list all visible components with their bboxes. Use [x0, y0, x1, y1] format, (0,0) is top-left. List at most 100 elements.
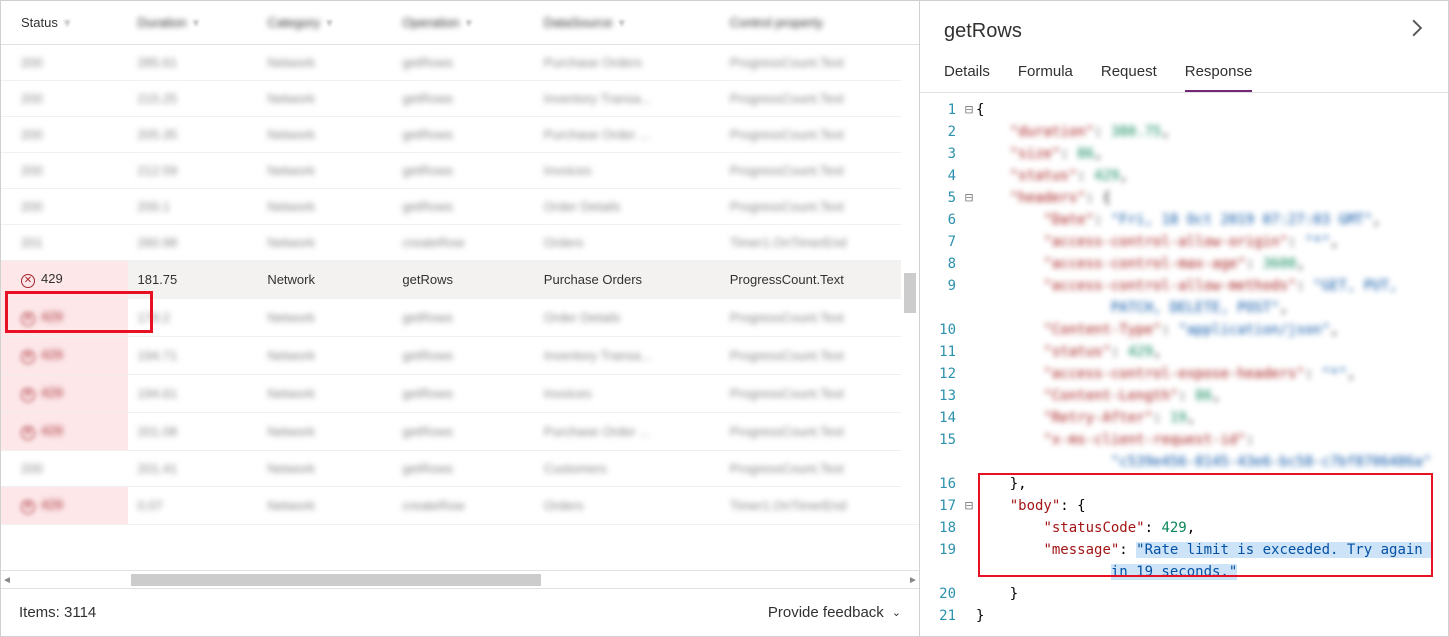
- code-text: "body": {: [976, 495, 1086, 517]
- code-line: 14 "Retry-After": 19,: [928, 407, 1440, 429]
- table-row[interactable]: 200285.61NetworkgetRowsPurchase OrdersPr…: [1, 45, 919, 81]
- network-table-panel: Status▾ Duration▾ Category▾ Operation▾ D…: [0, 0, 920, 637]
- cell-operation: getRows: [392, 413, 533, 451]
- tab-details[interactable]: Details: [944, 57, 990, 92]
- code-line: 13 "Content-Length": 86,: [928, 385, 1440, 407]
- provide-feedback[interactable]: Provide feedback ⌄: [768, 604, 901, 621]
- code-text: "status": 429,: [976, 341, 1161, 363]
- code-text: "Content-Type": "application/json",: [976, 319, 1338, 341]
- cell-status: 201: [1, 225, 128, 261]
- code-text: "Content-Length": 86,: [976, 385, 1220, 407]
- cell-status: ✕429: [1, 375, 128, 413]
- cell-status: ✕429: [1, 413, 128, 451]
- table-row[interactable]: 200215.25NetworkgetRowsInventory Transa.…: [1, 81, 919, 117]
- table-row[interactable]: ✕429181.75NetworkgetRowsPurchase OrdersP…: [1, 261, 919, 299]
- table-row[interactable]: 200201.41NetworkgetRowsCustomersProgress…: [1, 451, 919, 487]
- line-number: 15: [928, 429, 962, 451]
- cell-operation: getRows: [392, 153, 533, 189]
- cell-operation: getRows: [392, 117, 533, 153]
- table-row[interactable]: 201260.98NetworkcreateRowOrdersTimer1.On…: [1, 225, 919, 261]
- code-line: 19 "message": "Rate limit is exceeded. T…: [928, 539, 1440, 561]
- cell-datasource: Orders: [534, 225, 720, 261]
- code-text: "Date": "Fri, 18 Oct 2019 07:27:03 GMT",: [976, 209, 1381, 231]
- col-operation[interactable]: Operation▾: [392, 1, 533, 45]
- chevron-down-icon: ⌄: [892, 606, 901, 619]
- line-number: 17: [928, 495, 962, 517]
- code-text: "access-control-allow-origin": "*",: [976, 231, 1338, 253]
- code-text: "c539e456-8145-43e6-bc58-c7bf8706486a": [976, 451, 1431, 473]
- code-line: 4 "status": 429,: [928, 165, 1440, 187]
- detail-tabs: Details Formula Request Response: [920, 57, 1448, 93]
- table-row[interactable]: 200200.1NetworkgetRowsOrder DetailsProgr…: [1, 189, 919, 225]
- table-footer: Items: 3114 Provide feedback ⌄: [1, 588, 919, 636]
- table-row[interactable]: ✕429194.71NetworkgetRowsInventory Transa…: [1, 337, 919, 375]
- cell-category: Network: [257, 45, 392, 81]
- fold-icon[interactable]: ⊟: [962, 99, 976, 121]
- cell-operation: getRows: [392, 261, 533, 299]
- sort-icon: ▾: [618, 15, 632, 29]
- sort-icon: ▾: [465, 15, 479, 29]
- tab-formula[interactable]: Formula: [1018, 57, 1073, 92]
- tab-response[interactable]: Response: [1185, 57, 1253, 92]
- code-line: 8 "access-control-max-age": 3600,: [928, 253, 1440, 275]
- scrollbar-thumb[interactable]: [904, 273, 916, 313]
- code-line: 12 "access-control-expose-headers": "*",: [928, 363, 1440, 385]
- cell-status: 200: [1, 45, 128, 81]
- code-text: "duration": 380.75,: [976, 121, 1170, 143]
- scrollbar-thumb[interactable]: [131, 574, 541, 586]
- fold-icon[interactable]: ⊟: [962, 495, 976, 517]
- col-category[interactable]: Category▾: [257, 1, 392, 45]
- error-icon: ✕: [21, 350, 35, 364]
- line-number: 10: [928, 319, 962, 341]
- col-duration[interactable]: Duration▾: [128, 1, 258, 45]
- cell-operation: getRows: [392, 451, 533, 487]
- scroll-right-icon[interactable]: ►: [907, 571, 919, 589]
- cell-status: 200: [1, 189, 128, 225]
- cell-duration: 201.41: [128, 451, 258, 487]
- table-row[interactable]: ✕429201.08NetworkgetRowsPurchase Order .…: [1, 413, 919, 451]
- line-number: 1: [928, 99, 962, 121]
- col-control[interactable]: Control property: [720, 1, 919, 45]
- code-line: 6 "Date": "Fri, 18 Oct 2019 07:27:03 GMT…: [928, 209, 1440, 231]
- cell-duration: 178.2: [128, 299, 258, 337]
- table-row[interactable]: ✕429194.61NetworkgetRowsInvoicesProgress…: [1, 375, 919, 413]
- tab-request[interactable]: Request: [1101, 57, 1157, 92]
- code-line: "c539e456-8145-43e6-bc58-c7bf8706486a": [928, 451, 1440, 473]
- table-row[interactable]: 200212.59NetworkgetRowsInvoicesProgressC…: [1, 153, 919, 189]
- code-line: 9 "access-control-allow-methods": "GET, …: [928, 275, 1440, 297]
- vscrollbar[interactable]: [901, 63, 919, 515]
- table-row[interactable]: 200205.35NetworkgetRowsPurchase Order ..…: [1, 117, 919, 153]
- cell-duration: 212.59: [128, 153, 258, 189]
- cell-status: 200: [1, 81, 128, 117]
- code-line: 1⊟{: [928, 99, 1440, 121]
- code-text: "size": 86,: [976, 143, 1102, 165]
- code-text: "access-control-max-age": 3600,: [976, 253, 1305, 275]
- table-row[interactable]: ✕4290.07NetworkcreateRowOrdersTimer1.OnT…: [1, 487, 919, 525]
- line-number: 16: [928, 473, 962, 495]
- line-number: 6: [928, 209, 962, 231]
- cell-control: ProgressCount.Text: [720, 153, 919, 189]
- fold-icon[interactable]: ⊟: [962, 187, 976, 209]
- scroll-left-icon[interactable]: ◄: [1, 571, 13, 589]
- cell-control: ProgressCount.Text: [720, 261, 919, 299]
- col-datasource[interactable]: DataSource▾: [534, 1, 720, 45]
- cell-category: Network: [257, 189, 392, 225]
- code-line: 17⊟ "body": {: [928, 495, 1440, 517]
- chevron-right-icon[interactable]: [1410, 19, 1424, 43]
- line-number: 4: [928, 165, 962, 187]
- hscrollbar[interactable]: ◄ ►: [1, 570, 919, 588]
- cell-category: Network: [257, 337, 392, 375]
- cell-duration: 201.08: [128, 413, 258, 451]
- table-row[interactable]: ✕429178.2NetworkgetRowsOrder DetailsProg…: [1, 299, 919, 337]
- cell-operation: getRows: [392, 337, 533, 375]
- cell-datasource: Orders: [534, 487, 720, 525]
- cell-category: Network: [257, 375, 392, 413]
- error-icon: ✕: [21, 500, 35, 514]
- code-text: "Retry-After": 19,: [976, 407, 1195, 429]
- cell-datasource: Purchase Order ...: [534, 117, 720, 153]
- col-status[interactable]: Status▾: [1, 1, 128, 45]
- response-json[interactable]: 1⊟{2 "duration": 380.75,3 "size": 86,4 "…: [920, 93, 1448, 636]
- cell-status: ✕429: [1, 487, 128, 525]
- cell-category: Network: [257, 261, 392, 299]
- line-number: 13: [928, 385, 962, 407]
